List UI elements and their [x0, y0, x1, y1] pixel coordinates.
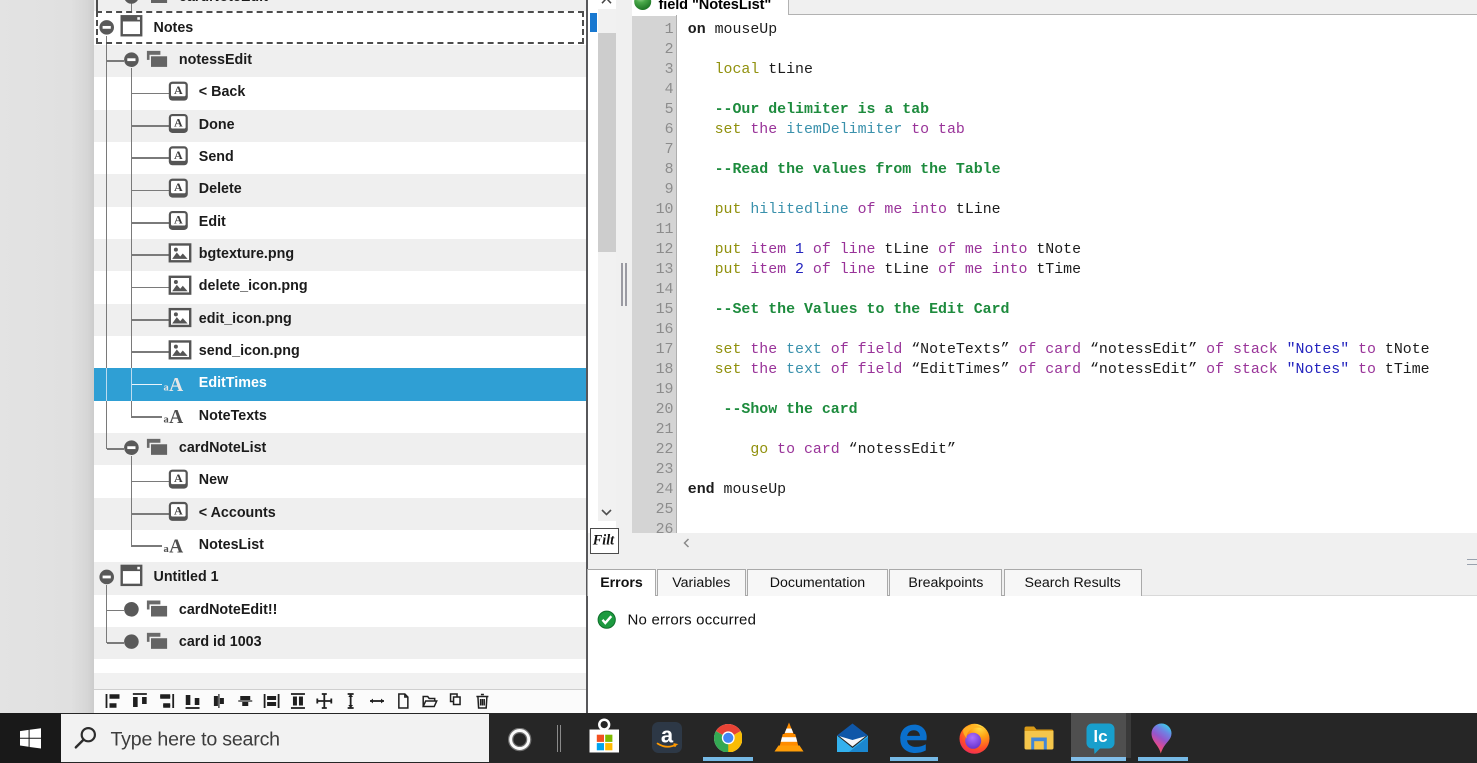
svg-text:A: A: [174, 471, 183, 485]
svg-text:A: A: [174, 83, 183, 97]
svg-text:A: A: [174, 180, 183, 194]
svg-text:A: A: [169, 536, 183, 557]
svg-text:A: A: [174, 116, 183, 130]
svg-text:A: A: [174, 148, 183, 162]
svg-text:A: A: [169, 375, 183, 396]
svg-text:A: A: [169, 407, 183, 428]
svg-text:A: A: [174, 504, 183, 518]
svg-text:A: A: [174, 213, 183, 227]
